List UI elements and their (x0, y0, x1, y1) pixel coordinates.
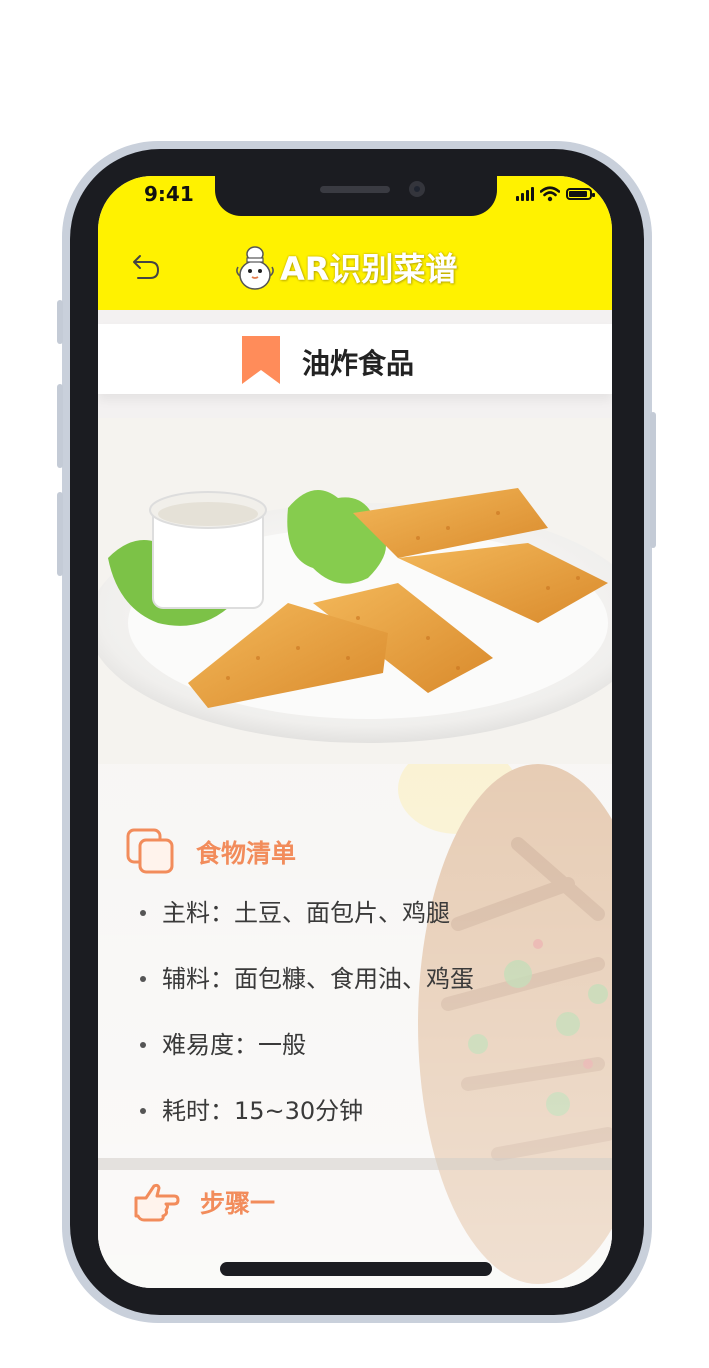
silent-switch (57, 300, 63, 344)
category-header: 油炸食品 (98, 324, 612, 394)
list-item: 辅料：面包糠、食用油、鸡蛋 (138, 962, 474, 1028)
back-arrow-icon[interactable] (126, 248, 166, 288)
bookmark-icon (242, 336, 280, 384)
ingredients-list: 主料：土豆、面包片、鸡腿 辅料：面包糠、食用油、鸡蛋 难易度：一般 耗时：15~… (138, 896, 474, 1160)
category-title: 油炸食品 (302, 347, 415, 380)
speaker (320, 186, 390, 193)
status-icons (516, 186, 595, 202)
volume-down-button (57, 492, 63, 576)
header-title-group: AR识别菜谱 (232, 242, 457, 292)
signal-icon (516, 187, 534, 201)
ingredients-heading: 食物清单 (196, 839, 297, 868)
step-section-header: 步骤一 (132, 1182, 275, 1222)
wifi-icon (540, 186, 560, 202)
notch (215, 176, 497, 216)
app-screen: 9:41 AR识别菜谱 油炸食品 食物清单 主料：土豆、面包片、鸡腿 辅料：面包… (98, 176, 612, 1288)
power-button (650, 412, 656, 548)
volume-up-button (57, 384, 63, 468)
copy-icon (126, 828, 174, 874)
fried-food-photo (98, 418, 612, 764)
mascot-icon (236, 246, 274, 290)
battery-icon (566, 188, 595, 200)
ingredients-section-header: 食物清单 (126, 828, 296, 876)
list-item: 难易度：一般 (138, 1028, 474, 1094)
front-camera (409, 181, 425, 197)
list-item: 主料：土豆、面包片、鸡腿 (138, 896, 474, 962)
app-title: AR识别菜谱 (280, 250, 458, 288)
step-heading: 步骤一 (200, 1189, 276, 1218)
pointing-hand-icon (134, 1183, 180, 1222)
list-item: 耗时：15~30分钟 (138, 1094, 474, 1160)
divider (98, 1158, 612, 1170)
status-time: 9:41 (144, 182, 194, 206)
home-indicator[interactable] (220, 1262, 492, 1276)
